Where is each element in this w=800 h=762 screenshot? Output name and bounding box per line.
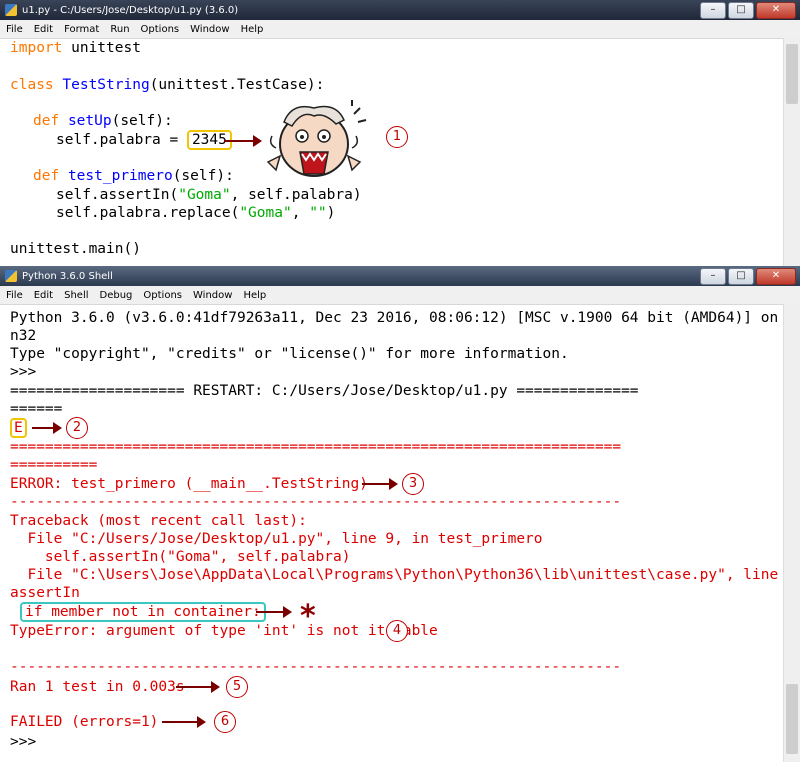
code-line-palabra-assign: self.palabra = 2345 (56, 130, 232, 150)
separator-line-cont: ========== (10, 457, 98, 473)
shell-scrollbar[interactable] (783, 304, 800, 762)
error-marker-line: E (10, 418, 27, 438)
traceback-file-2: File "C:\Users\Jose\AppData\Local\Progra… (10, 567, 800, 583)
failed-line: FAILED (errors=1) (10, 714, 159, 730)
menu-shell[interactable]: Shell (64, 290, 88, 301)
maximize-button[interactable]: □ (728, 2, 754, 19)
menu-file[interactable]: File (6, 290, 23, 301)
highlighted-member-check: if member not in container: (20, 602, 266, 622)
menu-help[interactable]: Help (241, 24, 264, 35)
traceback-code-1: self.assertIn("Goma", self.palabra) (10, 549, 351, 565)
code-line-class: class TestString(unittest.TestCase): (10, 77, 325, 93)
editor-title: u1.py - C:/Users/Jose/Desktop/u1.py (3.6… (22, 4, 239, 16)
dash-separator: ----------------------------------------… (10, 494, 622, 510)
menu-window[interactable]: Window (190, 24, 229, 35)
restart-banner-cont: ====== (10, 401, 63, 417)
shell-info-line: Type "copyright", "credits" or "license(… (10, 346, 569, 362)
editor-titlebar[interactable]: u1.py - C:/Users/Jose/Desktop/u1.py (3.6… (0, 0, 800, 20)
error-test-line: ERROR: test_primero (__main__.TestString… (10, 476, 368, 492)
shell-scroll-thumb[interactable] (786, 684, 798, 754)
shell-titlebar[interactable]: Python 3.6.0 Shell – □ ✕ (0, 266, 800, 286)
menu-format[interactable]: Format (64, 24, 99, 35)
type-error-line: TypeError: argument of type 'int' is not… (10, 623, 438, 639)
ran-tests-line: Ran 1 test in 0.003s (10, 679, 185, 695)
traceback-code-2-line: if member not in container: (20, 602, 266, 622)
python-app-icon (5, 270, 17, 282)
menu-options[interactable]: Options (141, 24, 180, 35)
menu-window[interactable]: Window (193, 290, 232, 301)
traceback-file-1: File "C:/Users/Jose/Desktop/u1.py", line… (10, 531, 543, 547)
error-marker-e: E (10, 418, 27, 438)
annotation-5: 5 (226, 676, 248, 698)
shell-window: Python 3.6.0 Shell – □ ✕ File Edit Shell… (0, 266, 800, 762)
code-line-setup-def: def setUp(self): (33, 113, 173, 129)
menu-help[interactable]: Help (243, 290, 266, 301)
menu-edit[interactable]: Edit (34, 24, 53, 35)
minimize-button[interactable]: – (700, 268, 726, 285)
editor-scrollbar[interactable] (783, 38, 800, 266)
annotation-3: 3 (402, 473, 424, 495)
shell-prompt-final: >>> (10, 734, 37, 750)
menu-debug[interactable]: Debug (100, 290, 133, 301)
shell-title: Python 3.6.0 Shell (22, 270, 113, 282)
arrow-star (256, 606, 292, 618)
annotation-4: 4 (386, 620, 408, 642)
dash-separator-2: ----------------------------------------… (10, 659, 622, 675)
menu-options[interactable]: Options (143, 290, 182, 301)
editor-window: u1.py - C:/Users/Jose/Desktop/u1.py (3.6… (0, 0, 800, 266)
restart-banner: ==================== RESTART: C:/Users/J… (10, 383, 639, 399)
asterisk-marker: * (300, 599, 316, 634)
editor-menubar: File Edit Format Run Options Window Help (0, 20, 800, 39)
editor-scroll-thumb[interactable] (786, 44, 798, 104)
annotation-1: 1 (386, 126, 408, 148)
arrow-2 (32, 422, 62, 434)
menu-run[interactable]: Run (110, 24, 129, 35)
code-line-assertin: self.assertIn("Goma", self.palabra) (56, 187, 362, 203)
code-line-import: import unittest (10, 40, 141, 56)
shell-menubar: File Edit Shell Debug Options Window Hel… (0, 286, 800, 305)
traceback-func-2: assertIn (10, 585, 80, 601)
arrow-6 (162, 716, 206, 728)
maximize-button[interactable]: □ (728, 268, 754, 285)
arrow-to-cartoon (224, 135, 262, 147)
shell-prompt: >>> (10, 364, 37, 380)
code-line-main: unittest.main() (10, 241, 141, 257)
minimize-button[interactable]: – (700, 2, 726, 19)
separator-line: ========================================… (10, 439, 622, 455)
python-app-icon (5, 4, 17, 16)
menu-file[interactable]: File (6, 24, 23, 35)
arrow-3 (362, 478, 398, 490)
menu-edit[interactable]: Edit (34, 290, 53, 301)
shell-banner-line-1: Python 3.6.0 (v3.6.0:41df79263a11, Dec 2… (10, 310, 800, 326)
traceback-header: Traceback (most recent call last): (10, 513, 307, 529)
close-button[interactable]: ✕ (756, 268, 796, 285)
arrow-5 (176, 681, 220, 693)
screaming-face-icon (266, 100, 367, 177)
close-button[interactable]: ✕ (756, 2, 796, 19)
shell-banner-line-2: n32 (10, 328, 37, 344)
code-line-test-def: def test_primero(self): (33, 168, 234, 184)
annotation-2: 2 (66, 417, 88, 439)
annotation-6: 6 (214, 711, 236, 733)
code-line-replace: self.palabra.replace("Goma", "") (56, 205, 336, 221)
